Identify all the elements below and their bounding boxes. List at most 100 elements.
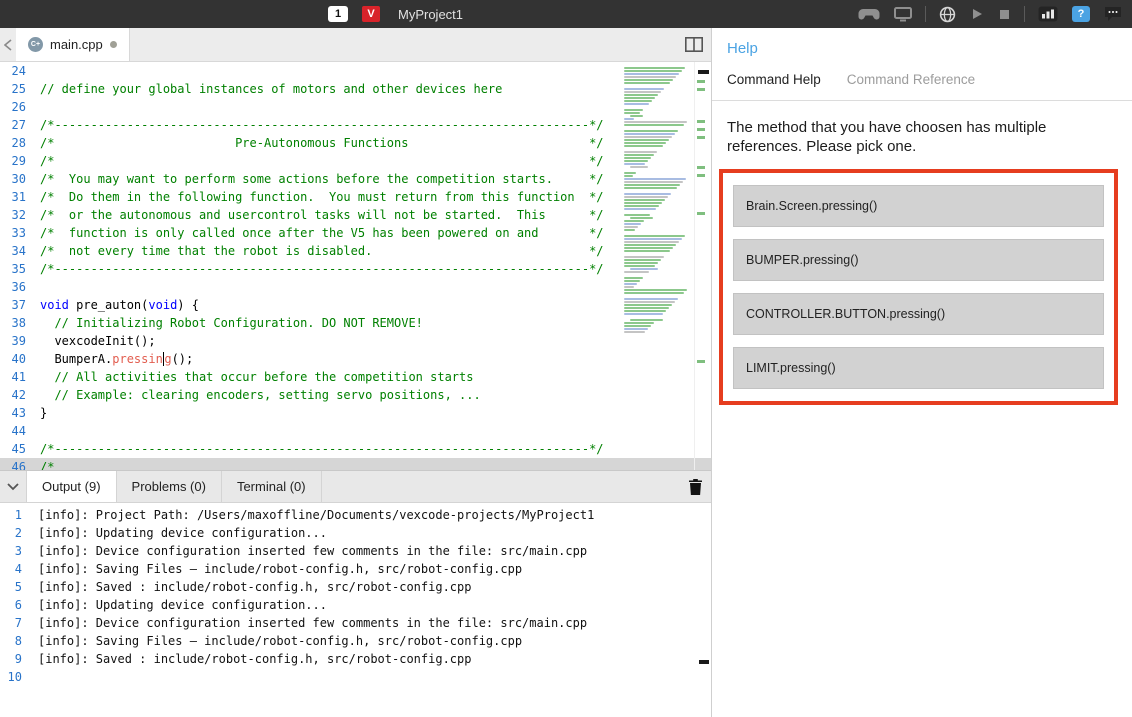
output-line: 6[info]: Updating device configuration..… [0,596,711,614]
line-number: 29 [0,154,26,168]
minimap[interactable] [624,64,694,470]
play-icon[interactable] [970,7,984,21]
output-text: [info]: Saved : include/robot-config.h, … [38,652,471,666]
output-line-number: 9 [0,652,22,666]
output-line-number: 4 [0,562,22,576]
code-line[interactable]: 30/* You may want to perform some action… [0,170,711,188]
panel-collapse-icon[interactable] [0,471,26,502]
code-editor[interactable]: 24 25// define your global instances of m… [0,62,711,470]
method-option[interactable]: LIMIT.pressing() [733,347,1104,389]
code-line[interactable]: 38 // Initializing Robot Configuration. … [0,314,711,332]
tab-main-cpp[interactable]: C+ main.cpp [16,28,130,61]
code-line[interactable]: 34/* not every time that the robot is di… [0,242,711,260]
topbar-divider [1024,6,1025,22]
line-number: 31 [0,190,26,204]
overview-marker [697,360,705,363]
overview-marker [697,136,705,139]
brain-slot-icon[interactable]: 1 [328,6,348,22]
stop-icon[interactable] [998,8,1011,21]
output-text: [info]: Device configuration inserted fe… [38,616,587,630]
code-line[interactable]: 42 // Example: clearing encoders, settin… [0,386,711,404]
main-area: C+ main.cpp 24 25// define your global in… [0,28,1132,717]
code-line[interactable]: 44 [0,422,711,440]
line-number: 46 [0,460,26,470]
line-number: 24 [0,64,26,78]
scrollbar[interactable] [694,62,711,470]
method-option[interactable]: Brain.Screen.pressing() [733,185,1104,227]
code-line[interactable]: 25// define your global instances of mot… [0,80,711,98]
code-line[interactable]: 32/* or the autonomous and usercontrol t… [0,206,711,224]
line-number: 34 [0,244,26,258]
code-line[interactable]: 41 // All activities that occur before t… [0,368,711,386]
method-option[interactable]: CONTROLLER.BUTTON.pressing() [733,293,1104,335]
panel-tab-problems[interactable]: Problems (0) [117,471,222,502]
output-line-number: 8 [0,634,22,648]
monitor-icon[interactable] [894,7,912,22]
help-panel: Help Command HelpCommand Reference The m… [712,28,1132,717]
code-line[interactable]: 33/* function is only called once after … [0,224,711,242]
panel-tab-terminal[interactable]: Terminal (0) [222,471,322,502]
code-line[interactable]: 43} [0,404,711,422]
output-scrollbar-thumb[interactable] [699,660,709,664]
modified-dot-icon [110,41,117,48]
line-number: 35 [0,262,26,276]
console-icon[interactable] [1038,6,1058,22]
line-number: 39 [0,334,26,348]
overview-marker [697,80,705,83]
code-line[interactable]: 40 BumperA.pressing(); [0,350,711,368]
line-number: 32 [0,208,26,222]
code-line[interactable]: 26 [0,98,711,116]
output-line-number: 1 [0,508,22,522]
output-line: 8 [info]: Saving Files — include/robot-co… [0,632,711,650]
code-line[interactable]: 39 vexcodeInit(); [0,332,711,350]
output-line-number: 5 [0,580,22,594]
help-icon-glyph: ? [1072,6,1090,22]
output-line: 9 [info]: Saved : include/robot-config.h,… [0,650,711,668]
output-line: 10 [0,668,711,686]
code-line[interactable]: 29/* */ [0,152,711,170]
code-lines: 24 25// define your global instances of m… [0,62,711,470]
cpp-file-icon: C+ [28,37,43,52]
panel-tab-output[interactable]: Output (9) [26,471,117,502]
line-number: 45 [0,442,26,456]
split-editor-icon[interactable] [685,37,703,57]
clear-output-icon[interactable] [689,479,702,500]
code-line[interactable]: 31/* Do them in the following function. … [0,188,711,206]
globe-icon[interactable] [939,6,956,23]
help-tab-command-reference[interactable]: Command Reference [847,72,975,100]
line-number: 28 [0,136,26,150]
controller-icon[interactable] [858,7,880,21]
code-line[interactable]: 24 [0,62,711,80]
output-text: [info]: Saving Files — include/robot-con… [38,634,522,648]
output-line-number: 6 [0,598,22,612]
help-tab-command-help[interactable]: Command Help [727,72,821,100]
code-line[interactable]: 45/*------------------------------------… [0,440,711,458]
topbar-divider [925,6,926,22]
method-option[interactable]: BUMPER.pressing() [733,239,1104,281]
help-tabs: Command Help Command Reference [712,72,1132,101]
line-number: 43 [0,406,26,420]
code-line[interactable]: 28/* Pre-Autonomous Functions */ [0,134,711,152]
feedback-icon[interactable] [1104,6,1122,22]
line-number: 26 [0,100,26,114]
code-line[interactable]: 27/*------------------------------------… [0,116,711,134]
code-line[interactable]: 35/*------------------------------------… [0,260,711,278]
help-panel-title: Help [727,40,1118,57]
output-text: [info]: Device configuration inserted fe… [38,544,587,558]
line-number: 37 [0,298,26,312]
output-text: [info]: Updating device configuration... [38,526,327,540]
code-line[interactable]: 36 [0,278,711,296]
line-number: 40 [0,352,26,366]
tab-label: main.cpp [50,37,103,52]
output-line-number: 10 [0,670,22,684]
scrollbar-thumb[interactable] [698,70,709,74]
tab-scroll-left-icon[interactable] [0,28,16,61]
help-options: Brain.Screen.pressing() BUMPER.pressing()… [733,185,1104,389]
overview-marker [697,120,705,123]
code-line[interactable]: 46/* [0,458,711,470]
help-icon[interactable]: ? [1072,6,1090,22]
output-line-number: 3 [0,544,22,558]
editor-tabbar: C+ main.cpp [0,28,711,62]
vex-logo-icon[interactable]: V [362,6,380,22]
code-line[interactable]: 37void pre_auton(void) { [0,296,711,314]
